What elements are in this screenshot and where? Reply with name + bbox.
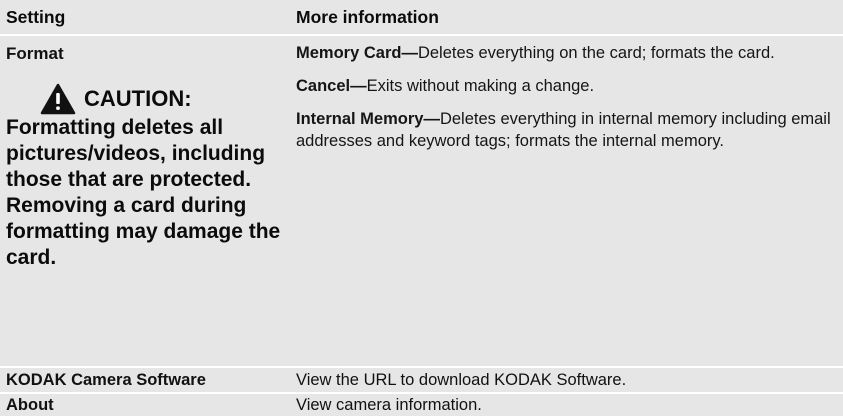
option-memory-card: Memory Card—Deletes everything on the ca… [296, 42, 836, 64]
caution-heading: CAUTION: [40, 83, 192, 115]
column-header-setting: Setting [6, 7, 66, 27]
table-row-format: Format CAUTION: Formatting deletes all p… [0, 36, 843, 366]
option-description: Exits without making a change. [366, 77, 595, 95]
option-internal-memory: Internal Memory—Deletes everything in in… [296, 108, 836, 152]
software-info-cell: View the URL to download KODAK Software. [296, 371, 627, 389]
format-info-cell: Memory Card—Deletes everything on the ca… [296, 36, 836, 163]
table-header-row: Setting More information [0, 0, 843, 34]
option-name: Cancel— [296, 77, 367, 95]
column-header-more-information: More information [296, 7, 439, 27]
setting-name-kodak-camera-software: KODAK Camera Software [6, 371, 206, 389]
caution-label: CAUTION: [84, 86, 192, 111]
option-cancel: Cancel—Exits without making a change. [296, 75, 836, 97]
settings-table: Setting More information Format CAUTION:… [0, 0, 843, 416]
option-name: Internal Memory— [296, 110, 440, 128]
setting-name-format: Format [6, 44, 64, 63]
table-row-about: About View camera information. [0, 394, 843, 416]
setting-name-about: About [6, 396, 54, 414]
warning-triangle-icon [40, 83, 76, 115]
caution-text: Formatting deletes all pictures/videos, … [6, 116, 281, 269]
option-name: Memory Card— [296, 44, 418, 62]
about-info-cell: View camera information. [296, 396, 482, 414]
option-description: Deletes everything on the card; formats … [417, 44, 775, 62]
table-row-kodak-camera-software: KODAK Camera Software View the URL to do… [0, 368, 843, 392]
